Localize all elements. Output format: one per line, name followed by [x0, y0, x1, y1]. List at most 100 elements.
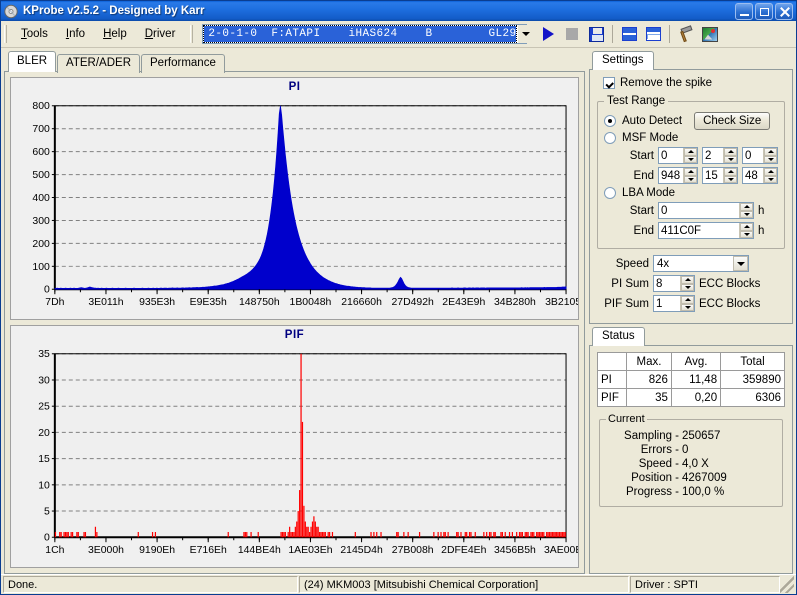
pif-chart[interactable]: PIF 0 5 10 15 20 25 30 35 1Ch 3E000h 9190Eh E716Eh 1…	[10, 325, 579, 568]
remove-spike-checkbox[interactable]	[603, 77, 615, 89]
check-size-button[interactable]: Check Size	[694, 112, 771, 130]
pi-max: 826	[626, 370, 672, 389]
lba-start-unit: h	[758, 204, 765, 217]
current-position-row: Position - 4267009	[606, 472, 776, 484]
lba-start-stepper[interactable]	[658, 202, 754, 219]
tab-ater-ader[interactable]: ATER/ADER	[57, 54, 141, 73]
pif-sum-label: PIF Sum	[604, 297, 649, 310]
pif-max: 35	[626, 388, 672, 407]
horizontal-bars-icon	[621, 27, 637, 41]
lba-end-input	[659, 223, 739, 238]
menu-item-driver[interactable]: Driver	[136, 25, 185, 43]
msf-end-seconds-stepper[interactable]	[702, 167, 738, 184]
options-button[interactable]	[675, 23, 697, 45]
drive-selector-value: 2-0-1-0 F:ATAPI iHAS624 B GL29	[203, 25, 518, 43]
svg-text:500: 500	[32, 170, 50, 181]
svg-text:3E000h: 3E000h	[88, 545, 124, 556]
settings-panel: Settings Remove the spike Test Range Aut…	[589, 51, 793, 324]
msf-start-seconds-stepper[interactable]	[702, 147, 738, 164]
current-position-value: 4267009	[682, 472, 727, 484]
pi-sum-stepper[interactable]	[653, 275, 695, 292]
svg-text:600: 600	[32, 147, 50, 158]
msf-end-label: End	[633, 169, 654, 182]
lba-start-label: Start	[629, 204, 654, 217]
pif-chart-plot: 0 5 10 15 20 25 30 35 1Ch 3E000h 9190Eh E716Eh 144BE…	[38, 349, 578, 556]
pif-total: 6306	[720, 388, 785, 407]
view-grid-button[interactable]	[642, 23, 664, 45]
menu-item-help[interactable]: Help	[94, 25, 136, 43]
lba-mode-radio[interactable]	[604, 187, 616, 199]
pi-total: 359890	[720, 370, 785, 389]
current-progress-label: Progress	[625, 486, 672, 498]
msf-start-frames-stepper[interactable]	[742, 147, 778, 164]
menu-item-info[interactable]: Info	[57, 25, 94, 43]
chevron-down-icon[interactable]	[733, 256, 748, 271]
msf-end-frames-stepper[interactable]	[742, 167, 778, 184]
svg-text:100: 100	[32, 262, 50, 273]
speed-select[interactable]: 4x	[653, 255, 749, 272]
speed-value: 4x	[657, 257, 670, 270]
disc-icon	[4, 4, 19, 19]
drive-selector[interactable]: 2-0-1-0 F:ATAPI iHAS624 B GL29	[202, 23, 535, 45]
toolbar-grip[interactable]	[190, 25, 195, 43]
save-button[interactable]	[585, 23, 607, 45]
msf-start-minutes-stepper[interactable]	[658, 147, 698, 164]
start-button[interactable]	[537, 23, 559, 45]
picture-icon	[702, 26, 719, 42]
view-bars-button[interactable]	[618, 23, 640, 45]
stop-button[interactable]	[561, 23, 583, 45]
auto-detect-radio[interactable]	[604, 115, 616, 127]
pi-sum-input	[654, 276, 680, 291]
close-button[interactable]	[775, 2, 793, 20]
menu-item-tools[interactable]: TToolsools	[12, 25, 57, 43]
pif-sum-stepper[interactable]	[653, 295, 695, 312]
svg-text:700: 700	[32, 124, 50, 135]
maximize-button[interactable]	[755, 2, 773, 20]
status-media: (24) MKM003 [Mitsubishi Chemical Corpora…	[299, 576, 629, 593]
toolbar-separator-3	[669, 25, 671, 43]
lba-end-stepper[interactable]	[658, 222, 754, 239]
screenshot-button[interactable]	[699, 23, 721, 45]
current-progress-value: 100,0 %	[682, 486, 725, 498]
pi-sum-label: PI Sum	[611, 277, 649, 290]
pi-sum-unit: ECC Blocks	[699, 277, 761, 290]
current-sampling-label: Sampling	[624, 430, 672, 442]
auto-detect-row[interactable]: Auto Detect Check Size	[604, 112, 778, 130]
settings-tabrow: Settings	[589, 51, 793, 70]
status-tabrow: Status	[589, 327, 793, 346]
current-errors-label: Errors	[640, 444, 672, 456]
chevron-down-icon[interactable]	[517, 25, 535, 43]
menu-grip[interactable]	[4, 25, 8, 43]
minimize-button[interactable]	[735, 2, 753, 20]
col-blank	[597, 352, 627, 371]
lba-mode-row[interactable]: LBA Mode	[604, 187, 778, 199]
pif-sum-unit: ECC Blocks	[699, 297, 761, 310]
remove-spike-row[interactable]: Remove the spike	[603, 77, 785, 89]
svg-text:34B280h: 34B280h	[494, 297, 536, 308]
speed-label: Speed	[615, 257, 649, 270]
tab-performance[interactable]: Performance	[141, 54, 225, 73]
svg-text:7Dh: 7Dh	[45, 297, 64, 308]
resize-grip[interactable]	[780, 576, 794, 593]
status-body: Max. Avg. Total PI 826 11,48 359890 PIF …	[589, 345, 793, 574]
msf-mode-label: MSF Mode	[622, 132, 679, 144]
main-content: BLER ATER/ADER Performance PI 0 100 200 300…	[1, 48, 796, 574]
msf-end-minutes-stepper[interactable]	[658, 167, 698, 184]
svg-text:5: 5	[44, 507, 50, 518]
pi-chart[interactable]: PI 0 100 200 300 400 500 600 700 800 7Dh 3E011h 935…	[10, 77, 579, 320]
pif-sum-row: PIF Sum ECC Blocks	[597, 295, 785, 312]
svg-text:27D492h: 27D492h	[391, 297, 434, 308]
table-row: PIF 35 0,20 6306	[597, 388, 785, 407]
tab-bler[interactable]: BLER	[8, 51, 57, 72]
tab-settings[interactable]: Settings	[592, 51, 654, 70]
svg-text:1B0048h: 1B0048h	[290, 297, 332, 308]
tab-status[interactable]: Status	[592, 327, 645, 346]
svg-text:200: 200	[32, 239, 50, 250]
msf-mode-row[interactable]: MSF Mode	[604, 132, 778, 144]
window-buttons	[735, 2, 793, 20]
current-speed-value: 4,0 X	[682, 458, 709, 470]
svg-text:E716Eh: E716Eh	[190, 545, 227, 556]
msf-mode-radio[interactable]	[604, 132, 616, 144]
hammer-icon	[678, 25, 694, 43]
row-label-pif: PIF	[597, 388, 627, 407]
